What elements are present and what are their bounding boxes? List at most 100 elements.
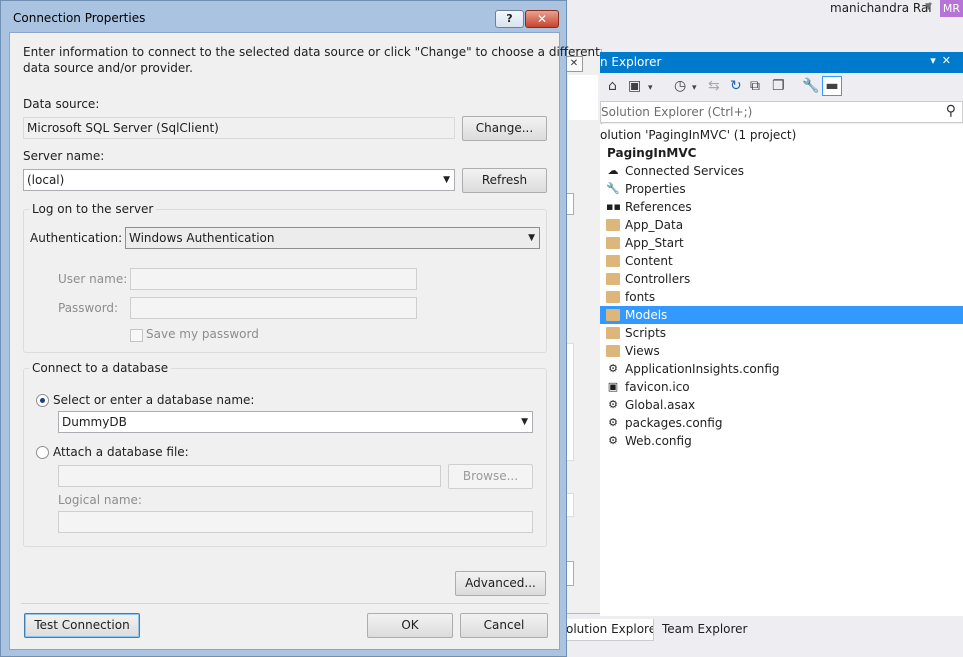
image-file-icon: ▣ <box>607 380 619 393</box>
solution-explorer-toolbar: ⌂ ▣ ▾ ◷ ▾ ⇆ ↻ ⧉ ❐ 🔧 ▬ <box>600 73 963 101</box>
intro-text-line2: data source and/or provider. <box>23 61 193 75</box>
logon-group-title: Log on to the server <box>29 202 157 216</box>
folder-icon <box>606 345 620 357</box>
tree-item[interactable]: olution 'PagingInMVC' (1 project) <box>600 126 963 144</box>
preview-icon[interactable]: ▬ <box>822 76 842 96</box>
authentication-label: Authentication: <box>30 231 123 245</box>
chevron-down-icon[interactable]: ▼ <box>443 170 450 190</box>
home-icon[interactable]: ⌂ <box>608 78 617 94</box>
tab-solution-explorer[interactable]: olution Explorer <box>560 619 654 641</box>
dialog-title: Connection Properties <box>13 11 146 25</box>
tree-item[interactable]: Controllers <box>600 270 963 288</box>
help-button[interactable]: ? <box>495 10 524 28</box>
tree-item-label: Scripts <box>625 326 667 340</box>
tree-item[interactable]: PagingInMVC <box>600 144 963 162</box>
tree-item[interactable]: fonts <box>600 288 963 306</box>
solution-explorer-titlebar: n Explorer ▾✕ <box>600 52 963 73</box>
tree-item-label: References <box>625 200 692 214</box>
tree-item-label: packages.config <box>625 416 723 430</box>
tree-item-label: Connected Services <box>625 164 745 178</box>
user-avatar[interactable]: MR <box>940 0 963 17</box>
attach-database-radio[interactable] <box>36 446 49 459</box>
cancel-button[interactable]: Cancel <box>460 613 548 638</box>
tree-item-label: olution 'PagingInMVC' (1 project) <box>600 128 797 142</box>
folder-icon <box>606 255 620 267</box>
username-input[interactable] <box>130 268 417 290</box>
logical-name-input[interactable] <box>58 511 533 533</box>
background-dialog <box>565 49 602 614</box>
sync-icon[interactable]: ⇆ <box>708 78 720 94</box>
folder-icon <box>606 219 620 231</box>
tree-item-label: favicon.ico <box>625 380 690 394</box>
tree-item[interactable]: Models <box>600 306 963 324</box>
folder-icon <box>606 291 620 303</box>
background-dialog-control <box>566 343 574 461</box>
tree-item[interactable]: App_Data <box>600 216 963 234</box>
save-password-checkbox[interactable] <box>130 329 143 342</box>
close-button[interactable]: ✕ <box>525 10 559 28</box>
data-source-label: Data source: <box>23 97 100 111</box>
tree-item[interactable]: Views <box>600 342 963 360</box>
ok-button[interactable]: OK <box>367 613 453 638</box>
tree-item[interactable]: ☁ Connected Services <box>600 162 963 180</box>
tree-item[interactable]: ▪▪ References <box>600 198 963 216</box>
solution-explorer-search[interactable]: Solution Explorer (Ctrl+;) ⚲ <box>600 101 963 123</box>
select-database-radio[interactable] <box>36 394 49 407</box>
test-connection-button[interactable]: Test Connection <box>24 613 140 638</box>
history-dropdown-icon[interactable]: ▾ <box>692 80 697 96</box>
chevron-down-icon[interactable]: ▼ <box>521 412 528 432</box>
background-dialog-control <box>566 493 574 517</box>
search-placeholder: Solution Explorer (Ctrl+;) <box>601 105 753 119</box>
user-menu-caret-icon[interactable]: ▼ <box>925 2 932 12</box>
server-name-combobox[interactable]: (local) ▼ <box>23 169 455 191</box>
tree-item[interactable]: ⚙ Web.config <box>600 432 963 450</box>
tree-item[interactable]: ⚙ Global.asax <box>600 396 963 414</box>
history-icon[interactable]: ◷ <box>674 78 686 94</box>
collapse-all-icon[interactable]: ⧉ <box>750 78 760 94</box>
tree-item[interactable]: Content <box>600 252 963 270</box>
tree-item[interactable]: ⚙ packages.config <box>600 414 963 432</box>
tab-team-explorer[interactable]: Team Explorer <box>658 619 748 641</box>
tree-item[interactable]: ▣ favicon.ico <box>600 378 963 396</box>
solution-explorer-window-buttons[interactable]: ▾✕ <box>930 54 957 67</box>
intro-text: Enter information to connect to the sele… <box>23 45 600 59</box>
connect-database-group-title: Connect to a database <box>29 361 172 375</box>
search-icon[interactable]: ⚲ <box>946 103 956 119</box>
logical-name-label: Logical name: <box>58 493 142 507</box>
refresh-button[interactable]: Refresh <box>462 168 547 193</box>
attach-file-input[interactable] <box>58 465 441 487</box>
password-input[interactable] <box>130 297 417 319</box>
tree-item-label: Controllers <box>625 272 691 286</box>
tree-item[interactable]: App_Start <box>600 234 963 252</box>
browse-button[interactable]: Browse... <box>448 464 533 489</box>
tree-item[interactable]: Scripts <box>600 324 963 342</box>
save-password-label: Save my password <box>146 327 259 341</box>
authentication-select[interactable]: Windows Authentication ▼ <box>125 227 540 249</box>
background-dialog-control <box>566 561 574 586</box>
references-icon: ▪▪ <box>606 200 621 213</box>
tree-item[interactable]: ⚙ ApplicationInsights.config <box>600 360 963 378</box>
database-name-combobox[interactable]: DummyDB ▼ <box>58 411 533 433</box>
button-divider <box>21 603 549 604</box>
connection-properties-dialog: Connection Properties ? ✕ Enter informat… <box>0 0 600 657</box>
advanced-button[interactable]: Advanced... <box>455 571 546 596</box>
database-name-value: DummyDB <box>62 415 127 429</box>
refresh-icon[interactable]: ↻ <box>730 78 742 94</box>
change-button[interactable]: Change... <box>462 116 547 141</box>
config-file-icon: ⚙ <box>608 362 618 375</box>
password-label: Password: <box>58 301 119 315</box>
user-name[interactable]: manichandra Rai <box>830 1 932 15</box>
collapse-icon[interactable]: ▣ <box>628 78 641 94</box>
tree-item[interactable]: 🔧 Properties <box>600 180 963 198</box>
tree-item-label: fonts <box>625 290 656 304</box>
chevron-down-icon[interactable]: ▼ <box>528 228 535 248</box>
folder-icon <box>606 237 620 249</box>
properties-wrench-icon[interactable]: 🔧 <box>802 78 819 94</box>
copy-icon[interactable]: ❐ <box>772 78 785 94</box>
tree-item-label: Web.config <box>625 434 692 448</box>
tree-item-label: Content <box>625 254 673 268</box>
asax-file-icon: ⚙ <box>608 398 618 411</box>
tree-item-label: App_Start <box>625 236 684 250</box>
dropdown-icon[interactable]: ▾ <box>648 80 653 96</box>
background-dialog-control <box>566 193 574 215</box>
